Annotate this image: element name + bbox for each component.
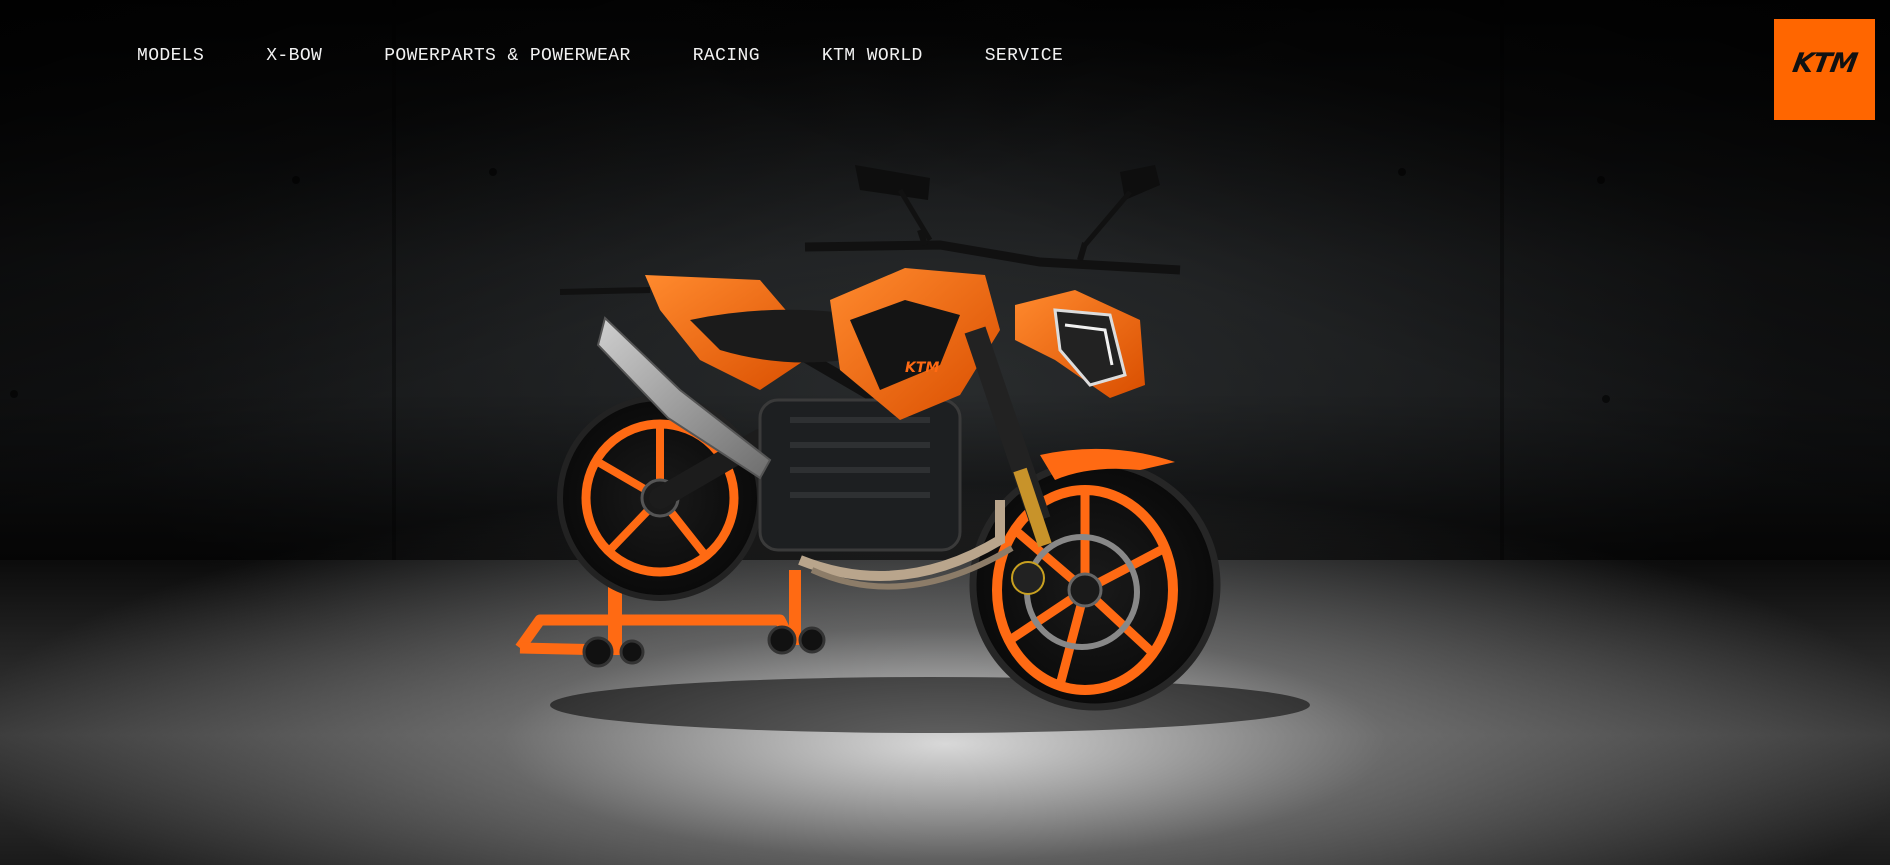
hero-section: MODELS X-BOW POWERPARTS & POWERWEAR RACI… <box>0 0 1890 865</box>
nav-item-ktm-world[interactable]: KTM WORLD <box>822 45 923 67</box>
rear-rack <box>559 287 651 295</box>
main-navigation: MODELS X-BOW POWERPARTS & POWERWEAR RACI… <box>137 45 1063 67</box>
mirrors <box>855 165 1160 247</box>
nav-item-x-bow[interactable]: X-BOW <box>266 45 322 67</box>
nav-item-racing[interactable]: RACING <box>693 45 760 67</box>
handlebar <box>804 240 1181 275</box>
motorcycle-image: KTM <box>515 165 1310 733</box>
ground-shadow <box>550 677 1310 733</box>
logo-text: KTM <box>1790 48 1859 79</box>
tank-logo: KTM <box>905 360 939 376</box>
nav-item-models[interactable]: MODELS <box>137 45 204 67</box>
front-wheel <box>969 459 1221 711</box>
engine <box>758 398 1014 590</box>
ktm-logo[interactable]: KTM <box>1774 19 1875 120</box>
nav-item-service[interactable]: SERVICE <box>985 45 1063 67</box>
nav-item-powerparts-powerwear[interactable]: POWERPARTS & POWERWEAR <box>384 45 630 67</box>
